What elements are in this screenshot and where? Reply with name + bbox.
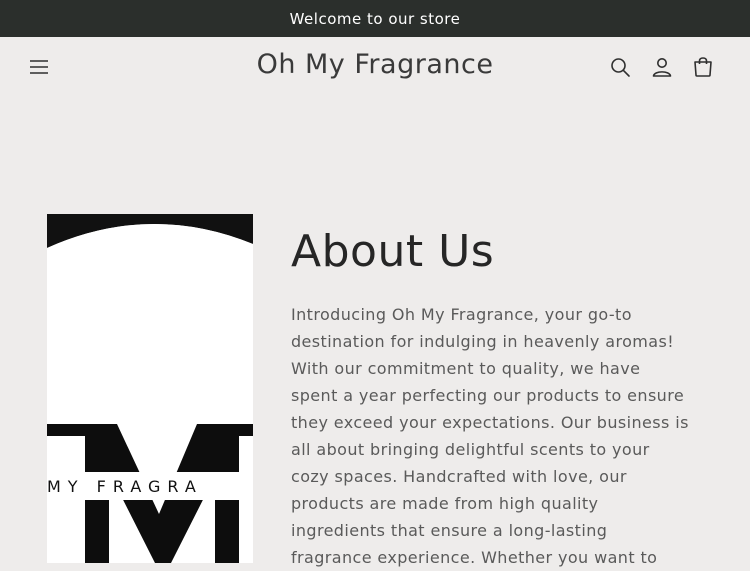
brand-logo-image: MY FRAGRA (47, 214, 253, 563)
cart-button[interactable] (691, 55, 715, 79)
about-image: MY FRAGRA (47, 214, 253, 563)
account-button[interactable] (650, 55, 674, 79)
search-button[interactable] (608, 55, 632, 79)
hamburger-menu-icon (30, 60, 48, 74)
announcement-bar: Welcome to our store (0, 0, 750, 37)
user-icon (652, 58, 672, 77)
about-description: Introducing Oh My Fragrance, your go-to … (291, 305, 689, 567)
announcement-text: Welcome to our store (289, 9, 461, 28)
brand-wrap: Oh My Fragrance (0, 49, 750, 80)
search-icon (611, 58, 630, 77)
logo-text: MY FRAGRA (47, 477, 203, 496)
page-title: About Us (291, 226, 495, 277)
site-header: Oh My Fragrance (0, 37, 750, 99)
menu-button[interactable] (27, 55, 51, 79)
site-logo-link[interactable]: Oh My Fragrance (257, 49, 494, 80)
cart-icon (694, 57, 712, 77)
